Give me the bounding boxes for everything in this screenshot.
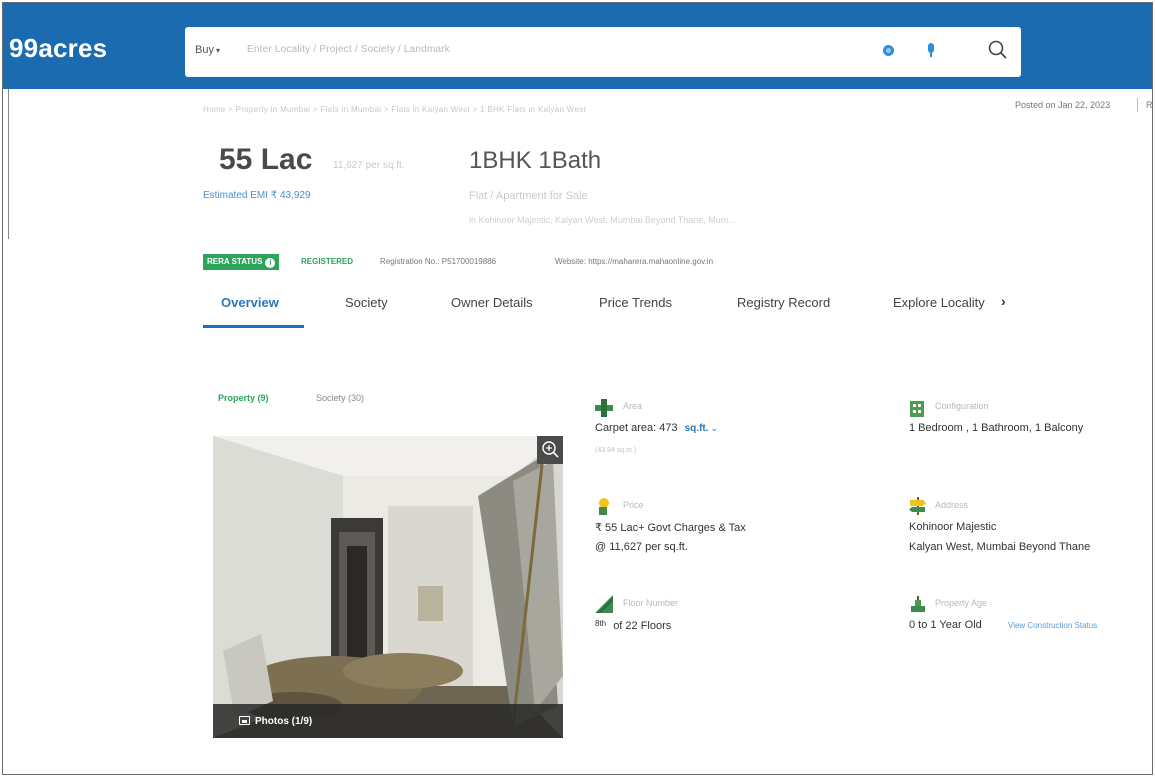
active-tab-indicator bbox=[203, 325, 304, 328]
rera-registered: REGISTERED bbox=[301, 257, 354, 266]
configuration-value: 1 Bedroom , 1 Bathroom, 1 Balcony bbox=[909, 422, 1084, 434]
unit-dropdown[interactable]: sq.ft. bbox=[685, 423, 709, 434]
caret-down-icon: ▾ bbox=[215, 46, 220, 55]
photos-bar[interactable]: Photos (1/9) bbox=[213, 704, 563, 738]
tab-owner-details[interactable]: Owner Details bbox=[451, 295, 533, 310]
area-sqm: (43.94 sq.m.) bbox=[595, 447, 637, 454]
property-photo[interactable]: Photos (1/9) bbox=[213, 436, 563, 738]
buy-dropdown[interactable]: Buy ▾ bbox=[195, 44, 220, 56]
registration-number: Registration No.: P51700019886 bbox=[380, 257, 497, 266]
area-label: Area bbox=[623, 401, 643, 411]
location-icon[interactable] bbox=[883, 45, 894, 56]
page-frame: 99acres Buy ▾ Enter Locality / Project / … bbox=[2, 2, 1153, 775]
price-label: Price bbox=[623, 500, 644, 510]
tab-price-trends[interactable]: Price Trends bbox=[599, 295, 672, 310]
construction-status-link[interactable]: View Construction Status bbox=[1008, 621, 1097, 630]
price-per-sqft-detail: @ 11,627 per sq.ft. bbox=[595, 541, 688, 553]
separator bbox=[1137, 98, 1138, 112]
floor-value: 8th of 22 Floors bbox=[595, 619, 671, 632]
logo[interactable]: 99acres bbox=[9, 33, 107, 64]
tab-explore-locality[interactable]: Explore Locality bbox=[893, 295, 985, 310]
info-icon[interactable]: i bbox=[265, 258, 276, 268]
image-icon bbox=[239, 716, 250, 725]
property-age-label: Property Age bbox=[935, 598, 988, 608]
room-image bbox=[213, 436, 563, 738]
price-tag-icon bbox=[599, 498, 609, 515]
photos-count: Photos (1/9) bbox=[255, 716, 313, 727]
rera-status-badge[interactable]: RERA STATUS i bbox=[203, 254, 280, 270]
posted-extra: R bbox=[1146, 100, 1153, 110]
rera-website[interactable]: Website: https://maharera.mahaonline.gov… bbox=[555, 257, 713, 266]
left-edge bbox=[3, 89, 9, 239]
search-input[interactable]: Enter Locality / Project / Society / Lan… bbox=[247, 44, 450, 55]
configuration-icon bbox=[910, 401, 924, 417]
address-label: Address bbox=[935, 500, 969, 510]
property-age-icon bbox=[911, 596, 925, 612]
tab-registry-record[interactable]: Registry Record bbox=[737, 295, 830, 310]
gallery-tab-property[interactable]: Property (9) bbox=[218, 393, 269, 403]
posted-date: Posted on Jan 22, 2023 bbox=[1015, 100, 1111, 110]
address-icon bbox=[909, 497, 926, 515]
property-location: in Kohinoor Majestic, Kalyan West, Mumba… bbox=[469, 215, 736, 225]
search-bar: Buy ▾ Enter Locality / Project / Society … bbox=[185, 27, 1021, 77]
carpet-area: Carpet area: 473 bbox=[595, 422, 678, 434]
price-per-sqft: 11,627 per sq.ft. bbox=[333, 160, 405, 171]
bhk-title: 1BHK 1Bath bbox=[469, 147, 602, 174]
breadcrumb[interactable]: Home > Property in Mumbai > Flats in Mum… bbox=[203, 105, 586, 114]
floor-icon bbox=[595, 595, 613, 613]
emi-link[interactable]: Estimated EMI ₹ 43,929 bbox=[203, 190, 311, 201]
zoom-icon[interactable] bbox=[537, 436, 563, 464]
area-value: Carpet area: 473 sq.ft. ⌄ bbox=[595, 422, 718, 434]
rera-badge-label: RERA STATUS bbox=[207, 257, 263, 266]
chevron-down-icon[interactable]: ⌄ bbox=[711, 423, 719, 433]
listing-price: 55 Lac bbox=[219, 143, 313, 176]
tab-society[interactable]: Society bbox=[345, 295, 388, 310]
header: 99acres Buy ▾ Enter Locality / Project / … bbox=[3, 3, 1152, 89]
property-age-value: 0 to 1 Year Old bbox=[909, 619, 982, 631]
floor-label: Floor Number bbox=[623, 598, 679, 608]
buy-label: Buy bbox=[195, 44, 214, 56]
area-icon bbox=[595, 399, 613, 417]
microphone-icon[interactable] bbox=[927, 43, 935, 57]
tab-overview[interactable]: Overview bbox=[221, 295, 279, 310]
address-locality: Kalyan West, Mumbai Beyond Thane bbox=[909, 541, 1091, 553]
address-society: Kohinoor Majestic bbox=[909, 521, 997, 533]
price-value: ₹ 55 Lac+ Govt Charges & Tax bbox=[595, 522, 746, 534]
total-floors: of 22 Floors bbox=[613, 620, 672, 632]
search-icon[interactable] bbox=[987, 39, 1009, 61]
configuration-label: Configuration bbox=[935, 401, 989, 411]
chevron-right-icon[interactable]: › bbox=[1001, 293, 1006, 309]
gallery-tab-society[interactable]: Society (30) bbox=[316, 393, 364, 403]
property-type: Flat / Apartment for Sale bbox=[469, 190, 588, 202]
floor-ordinal: 8th bbox=[595, 619, 607, 628]
